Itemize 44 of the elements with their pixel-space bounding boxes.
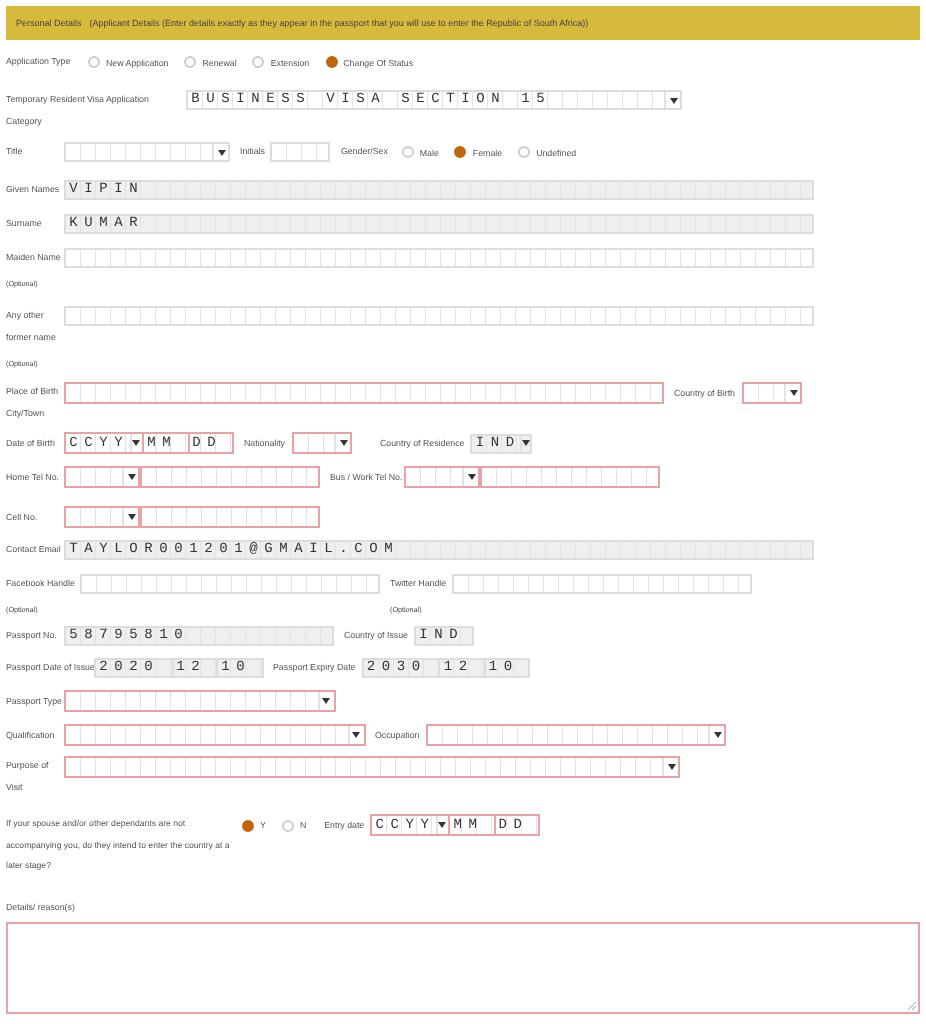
caret-icon xyxy=(669,97,677,103)
caret-icon xyxy=(127,514,135,520)
qualification-dropdown[interactable] xyxy=(64,724,365,746)
caret-icon xyxy=(127,474,135,480)
phone-field[interactable] xyxy=(140,506,320,528)
title-dropdown[interactable] xyxy=(64,142,230,162)
caret-icon xyxy=(322,698,330,704)
caret-icon xyxy=(217,149,225,155)
radio-button[interactable] xyxy=(325,56,338,68)
caret-icon xyxy=(352,732,360,738)
caret-icon xyxy=(522,440,531,446)
caret-icon xyxy=(789,390,798,396)
radio-button[interactable] xyxy=(518,146,531,158)
radio-button[interactable] xyxy=(401,146,414,158)
phone-field[interactable] xyxy=(140,466,320,488)
initials-field[interactable] xyxy=(270,142,331,162)
caret-icon xyxy=(339,440,347,446)
dial-code-dropdown[interactable] xyxy=(64,506,140,528)
purpose-dropdown[interactable] xyxy=(64,756,680,778)
caret-icon xyxy=(467,474,475,480)
maiden-name-field[interactable] xyxy=(64,248,814,268)
caret-icon xyxy=(132,440,141,446)
caret-icon xyxy=(713,732,722,738)
facebook-field[interactable] xyxy=(80,574,380,594)
details-field[interactable] xyxy=(6,921,920,1013)
twitter-field[interactable] xyxy=(452,574,752,594)
country-dropdown[interactable] xyxy=(741,382,803,404)
dial-code-dropdown[interactable] xyxy=(64,466,140,488)
dial-code-dropdown[interactable] xyxy=(404,466,480,488)
phone-field[interactable] xyxy=(480,466,660,488)
radio-button[interactable] xyxy=(252,56,265,68)
radio-button[interactable] xyxy=(281,819,294,831)
former-name-field[interactable] xyxy=(64,306,814,326)
radio-button[interactable] xyxy=(88,56,100,68)
radio-button[interactable] xyxy=(454,146,467,158)
caret-icon xyxy=(438,822,447,828)
passport-type-dropdown[interactable] xyxy=(64,690,335,712)
occupation-dropdown[interactable] xyxy=(425,724,727,746)
radio-button[interactable] xyxy=(242,819,254,831)
nationality-dropdown[interactable] xyxy=(291,432,352,454)
place-of-birth-field[interactable] xyxy=(64,382,664,404)
radio-button[interactable] xyxy=(184,56,197,68)
resize-grip-icon xyxy=(908,1001,916,1009)
caret-icon xyxy=(667,764,675,770)
